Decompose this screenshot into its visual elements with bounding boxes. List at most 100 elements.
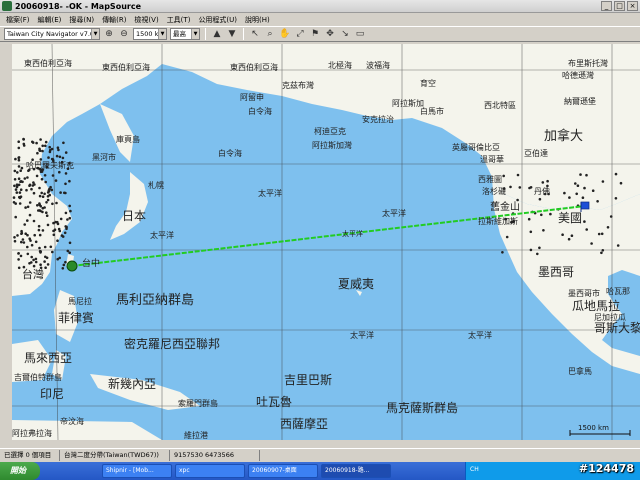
city-point bbox=[39, 170, 43, 173]
city-point bbox=[44, 144, 47, 148]
menu-transfer[interactable]: 傳輸(R) bbox=[98, 15, 130, 25]
label-kodiak: 柯迪亞克 bbox=[314, 126, 346, 136]
zoom-tool-icon[interactable]: ⌕ bbox=[264, 28, 276, 40]
city-point bbox=[56, 146, 60, 149]
window-title: 20060918- -OK - MapSource bbox=[15, 1, 141, 11]
city-point bbox=[41, 195, 45, 198]
label-denver: 丹佛 bbox=[534, 186, 550, 196]
city-point bbox=[52, 233, 56, 237]
label-kiribati: 吉里巴斯 bbox=[284, 373, 332, 387]
city-point bbox=[46, 198, 50, 202]
map-canvas[interactable]: 東西伯利亞海 東西伯利亞海 東西伯利亞海 北極海 波福海 克茲布灣 白令海 阿拉… bbox=[12, 44, 640, 440]
city-point bbox=[516, 173, 520, 177]
label-vancouver: 溫哥華 bbox=[480, 154, 504, 164]
city-point bbox=[63, 231, 67, 235]
close-button[interactable]: × bbox=[627, 1, 638, 11]
mapsource-window: 20060918- -OK - MapSource _ □ × 檔案(F) 編輯… bbox=[0, 0, 640, 462]
menu-utilities[interactable]: 公用程式(U) bbox=[194, 15, 241, 25]
city-point bbox=[32, 191, 36, 195]
label-nwt: 西北特區 bbox=[484, 100, 516, 110]
menu-file[interactable]: 檔案(F) bbox=[2, 15, 34, 25]
map-product-select[interactable]: Taiwan City Navigator v7.03 ▼ bbox=[4, 28, 100, 40]
title-bar[interactable]: 20060918- -OK - MapSource _ □ × bbox=[0, 0, 640, 13]
label-gilbert: 吉爾伯特群島 bbox=[14, 372, 62, 382]
input-language-indicator[interactable]: CH bbox=[470, 466, 479, 473]
zoom-out-icon[interactable]: ⊖ bbox=[118, 28, 130, 40]
city-point bbox=[13, 239, 17, 243]
selection-tool-icon[interactable]: ↖ bbox=[249, 28, 261, 40]
label-timor: 帝汶海 bbox=[60, 416, 84, 426]
scale-select[interactable]: 1500 km ▼ bbox=[133, 28, 167, 40]
toolbar: Taiwan City Navigator v7.03 ▼ ⊕ ⊖ 1500 k… bbox=[0, 26, 640, 42]
city-point bbox=[28, 237, 32, 240]
city-point bbox=[30, 261, 33, 264]
city-point bbox=[14, 157, 17, 161]
taskbar-item-xpc[interactable]: xpc bbox=[175, 464, 245, 478]
label-costarica: 哥斯大黎加 bbox=[594, 321, 640, 335]
city-point bbox=[57, 148, 60, 152]
waypoint-flag-icon[interactable]: ⚑ bbox=[309, 28, 321, 40]
taskbar-item-shipnir[interactable]: Shipnir - [Mob... bbox=[102, 464, 172, 478]
city-point bbox=[43, 192, 46, 196]
label-pacific2: 太平洋 bbox=[258, 188, 282, 198]
menu-find[interactable]: 搜尋(N) bbox=[65, 15, 98, 25]
city-point bbox=[58, 170, 61, 174]
city-point bbox=[55, 154, 59, 158]
city-point bbox=[17, 252, 20, 255]
city-point bbox=[24, 206, 27, 209]
city-point bbox=[20, 240, 23, 244]
city-point bbox=[51, 174, 55, 177]
label-pacific4: 太平洋 bbox=[342, 229, 363, 238]
city-point bbox=[614, 197, 618, 200]
start-button[interactable]: 開始 bbox=[0, 462, 40, 480]
menu-tools[interactable]: 工具(T) bbox=[163, 15, 195, 25]
city-point bbox=[17, 158, 21, 162]
taskbar-item-desktop-folder[interactable]: 20060907-桌面 bbox=[248, 464, 318, 478]
detail-select[interactable]: 最高 ▼ bbox=[170, 28, 200, 40]
send-to-device-icon[interactable]: ▼ bbox=[226, 28, 238, 40]
city-point bbox=[41, 149, 44, 153]
zoom-in-icon[interactable]: ⊕ bbox=[103, 28, 115, 40]
label-manila: 馬尼拉 bbox=[68, 296, 92, 306]
city-point bbox=[542, 229, 545, 232]
label-ess3: 東西伯利亞海 bbox=[230, 62, 278, 72]
city-point bbox=[16, 234, 19, 237]
distance-tool-icon[interactable]: ⤢ bbox=[294, 28, 306, 40]
city-point bbox=[57, 227, 61, 231]
label-lasvegas: 拉斯維加斯 bbox=[478, 216, 518, 226]
menu-help[interactable]: 說明(H) bbox=[241, 15, 274, 25]
city-point bbox=[21, 238, 25, 241]
route-tool-icon[interactable]: ✥ bbox=[324, 28, 336, 40]
city-point bbox=[502, 174, 506, 178]
menu-edit[interactable]: 編輯(E) bbox=[34, 15, 66, 25]
city-point bbox=[44, 140, 48, 144]
route-start-waypoint[interactable] bbox=[66, 260, 78, 272]
track-tool-icon[interactable]: ↘ bbox=[339, 28, 351, 40]
taskbar-item-mapsource[interactable]: 20060918-路... bbox=[321, 464, 391, 478]
label-beaufort: 波福海 bbox=[366, 60, 390, 70]
hand-tool-icon[interactable]: ✋ bbox=[279, 28, 291, 40]
city-point bbox=[18, 191, 22, 194]
label-hawaii: 夏威夷 bbox=[338, 276, 374, 291]
minimize-button[interactable]: _ bbox=[601, 1, 612, 11]
city-point bbox=[54, 220, 57, 224]
city-point bbox=[61, 267, 65, 270]
ruler-icon[interactable]: ▭ bbox=[354, 28, 366, 40]
maximize-button[interactable]: □ bbox=[614, 1, 625, 11]
map-view[interactable]: 東西伯利亞海 東西伯利亞海 東西伯利亞海 北極海 波福海 克茲布灣 白令海 阿拉… bbox=[12, 44, 640, 440]
city-point bbox=[13, 178, 17, 181]
city-point bbox=[51, 202, 54, 206]
city-point bbox=[590, 242, 593, 245]
toolbar-separator bbox=[205, 28, 206, 40]
watermark-text: #124478 bbox=[578, 462, 634, 475]
city-point bbox=[45, 201, 48, 204]
city-point bbox=[38, 194, 42, 198]
label-marianas: 馬利亞納群島 bbox=[116, 293, 194, 308]
city-point bbox=[56, 257, 59, 261]
city-point bbox=[52, 229, 55, 233]
city-point bbox=[39, 250, 42, 253]
menu-view[interactable]: 檢視(V) bbox=[130, 15, 162, 25]
city-point bbox=[583, 220, 586, 223]
city-point bbox=[538, 246, 541, 250]
receive-from-device-icon[interactable]: ▲ bbox=[211, 28, 223, 40]
